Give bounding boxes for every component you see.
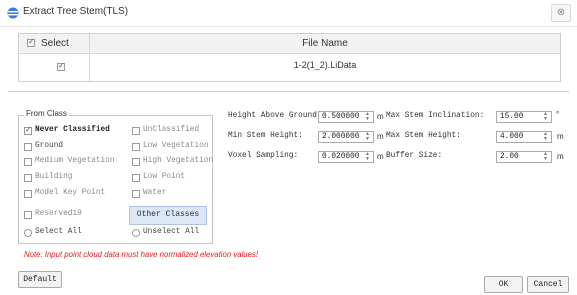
min-stem-height-label: Min Stem Height: <box>228 132 303 140</box>
class-unclassified[interactable]: UnClassified <box>132 126 210 136</box>
file-name-cell[interactable]: 1-2(1_2).LiData <box>90 60 560 70</box>
close-button[interactable]: ⊗ <box>551 4 571 22</box>
height-above-ground-unit: m <box>377 112 384 121</box>
cancel-button[interactable]: Cancel <box>527 276 569 293</box>
class-reserved19[interactable]: Reserved19 <box>24 210 124 220</box>
select-all-files-checkbox[interactable] <box>27 39 35 47</box>
spinner-arrows-icon[interactable]: ▲▼ <box>364 132 371 142</box>
class-model-key-point[interactable]: Model Key Point <box>24 189 124 199</box>
max-stem-height-unit: m <box>557 132 564 141</box>
max-stem-height-input[interactable]: 4.000 ▲▼ <box>496 131 552 143</box>
column-header-filename: File Name <box>90 38 560 49</box>
height-above-ground-label: Height Above Ground: <box>228 112 322 120</box>
section-divider <box>8 91 569 92</box>
unselect-all-radio[interactable]: Unselect All <box>132 228 210 238</box>
voxel-sampling-label: Voxel Sampling: <box>228 152 298 160</box>
class-water[interactable]: Water <box>132 189 210 199</box>
spinner-arrows-icon[interactable]: ▲▼ <box>542 152 549 162</box>
window-title: Extract Tree Stem(TLS) <box>23 6 128 17</box>
checkbox[interactable] <box>132 127 140 135</box>
buffer-size-input[interactable]: 2.00 ▲▼ <box>496 151 552 163</box>
from-class-legend: From Class <box>24 109 69 118</box>
column-header-select: Select <box>41 38 69 49</box>
voxel-sampling-input[interactable]: 0.020000 ▲▼ <box>318 151 374 163</box>
checkbox[interactable] <box>132 143 140 151</box>
spinner-arrows-icon[interactable]: ▲▼ <box>364 112 371 122</box>
select-all-radio[interactable]: Select All <box>24 228 124 238</box>
checkbox[interactable] <box>24 158 32 166</box>
radio-button[interactable] <box>132 229 140 237</box>
max-stem-inclination-unit: ° <box>556 110 559 119</box>
class-low-point[interactable]: Low Point <box>132 173 210 183</box>
class-ground[interactable]: Ground <box>24 142 124 152</box>
class-high-vegetation[interactable]: High Vegetation <box>132 157 210 167</box>
checkbox[interactable] <box>24 127 32 135</box>
file-row-checkbox[interactable] <box>57 63 65 71</box>
app-logo-icon <box>7 7 19 19</box>
min-stem-height-unit: m <box>377 132 384 141</box>
spinner-arrows-icon[interactable]: ▲▼ <box>542 112 549 122</box>
class-medium-vegetation[interactable]: Medium Vegetation <box>24 157 124 167</box>
min-stem-height-input[interactable]: 2.000000 ▲▼ <box>318 131 374 143</box>
checkbox[interactable] <box>24 143 32 151</box>
class-low-vegetation[interactable]: Low Vegetation <box>132 142 210 152</box>
buffer-size-label: Buffer Size: <box>386 152 442 160</box>
spinner-arrows-icon[interactable]: ▲▼ <box>542 132 549 142</box>
other-classes-button[interactable]: Other Classes <box>129 206 207 225</box>
spinner-arrows-icon[interactable]: ▲▼ <box>364 152 371 162</box>
buffer-size-unit: m <box>557 152 564 161</box>
checkbox[interactable] <box>24 211 32 219</box>
max-stem-height-label: Max Stem Height: <box>386 132 461 140</box>
checkbox[interactable] <box>24 174 32 182</box>
max-stem-inclination-label: Max Stem Inclination: <box>386 112 484 120</box>
close-icon: ⊗ <box>557 7 565 18</box>
class-never-classified[interactable]: Never Classified <box>24 126 124 136</box>
file-table: Select File Name 1-2(1_2).LiData <box>18 33 561 82</box>
height-above-ground-input[interactable]: 0.500000 ▲▼ <box>318 111 374 123</box>
checkbox[interactable] <box>132 174 140 182</box>
checkbox[interactable] <box>24 190 32 198</box>
voxel-sampling-unit: m <box>377 152 384 161</box>
checkbox[interactable] <box>132 158 140 166</box>
ok-button[interactable]: OK <box>484 276 523 293</box>
checkbox[interactable] <box>132 190 140 198</box>
max-stem-inclination-input[interactable]: 15.00 ▲▼ <box>496 111 552 123</box>
default-button[interactable]: Default <box>18 271 62 288</box>
normalization-note: Note: Input point cloud data must have n… <box>24 250 258 259</box>
class-building[interactable]: Building <box>24 173 124 183</box>
radio-button[interactable] <box>24 229 32 237</box>
